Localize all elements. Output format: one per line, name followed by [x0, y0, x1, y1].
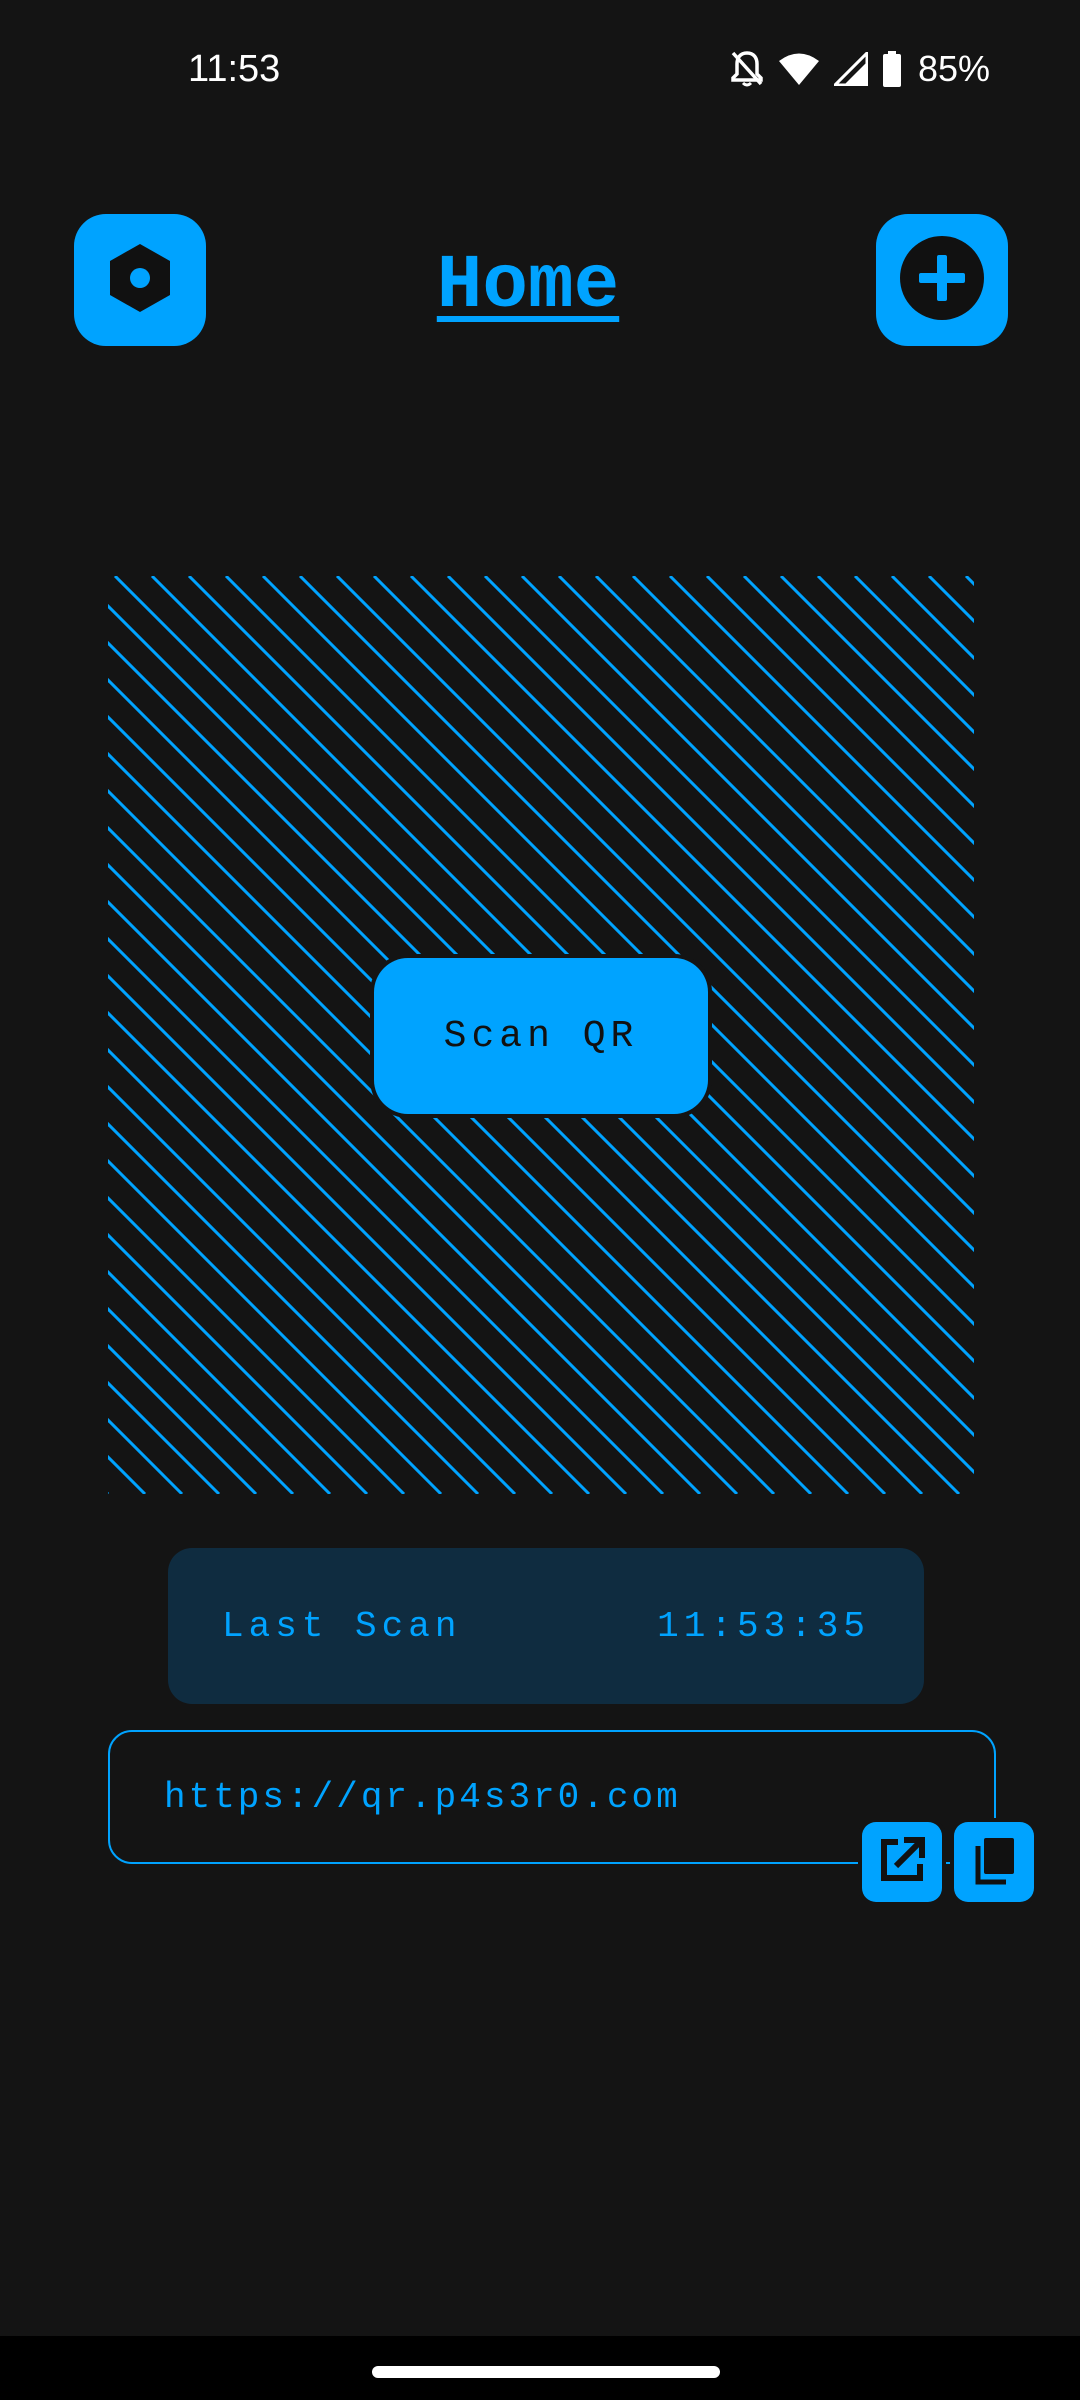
scan-qr-button[interactable]: Scan QR [374, 958, 708, 1114]
status-icons: 85% [730, 44, 990, 94]
battery-percent: 85% [917, 48, 990, 89]
wifi-icon [778, 52, 820, 86]
add-button[interactable] [876, 214, 1008, 346]
signal-icon [833, 52, 868, 86]
open-link-button[interactable] [862, 1822, 942, 1902]
status-time: 11:53 [188, 48, 281, 90]
last-scan-card: Last Scan 11:53:35 [168, 1548, 924, 1704]
copy-icon [968, 1834, 1020, 1891]
add-circle-icon [897, 233, 987, 328]
notifications-off-icon [730, 50, 764, 88]
battery-icon [882, 51, 902, 87]
last-scan-time: 11:53:35 [657, 1605, 870, 1647]
scanned-url-text: https://qr.p4s3r0.com [164, 1776, 681, 1818]
open-external-icon [876, 1834, 928, 1891]
home-indicator[interactable] [372, 2366, 720, 2378]
last-scan-label: Last Scan [222, 1605, 462, 1647]
copy-link-button[interactable] [954, 1822, 1034, 1902]
